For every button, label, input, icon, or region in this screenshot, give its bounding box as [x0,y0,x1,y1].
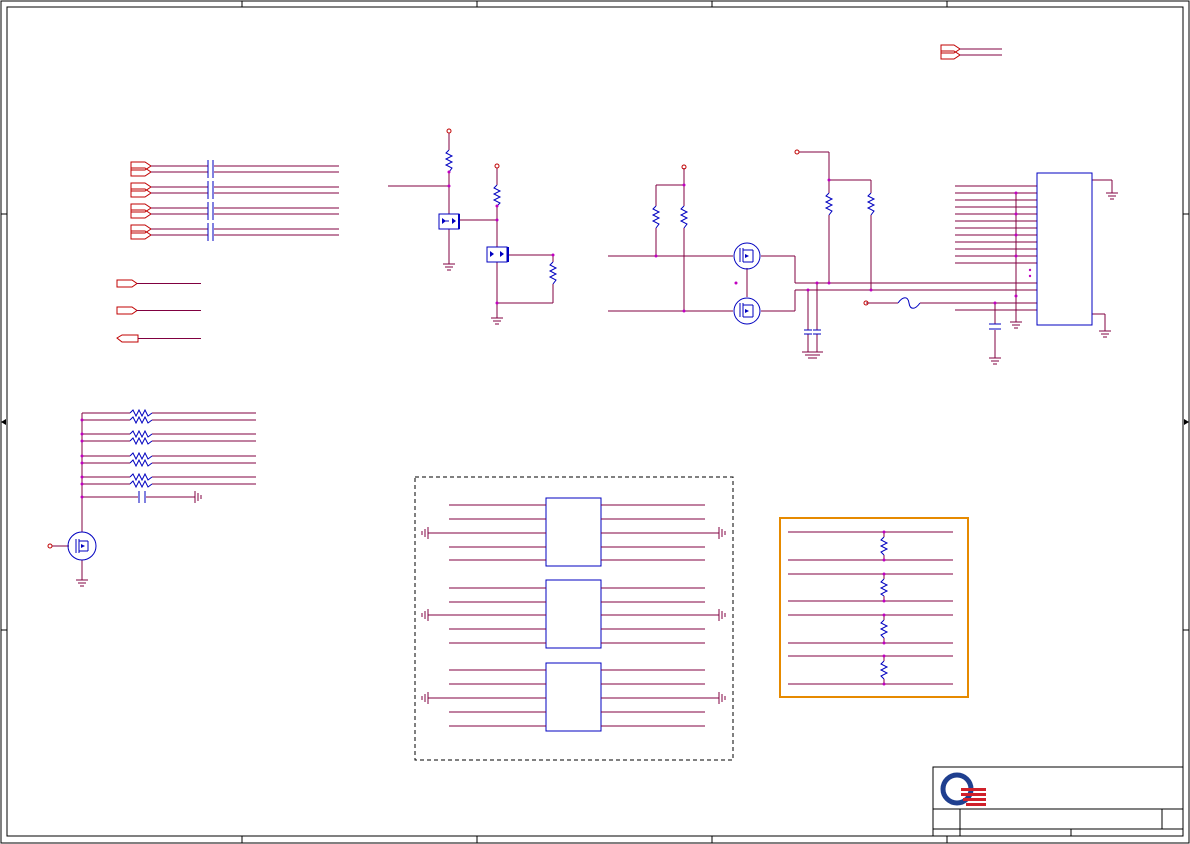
connector-header-right [795,150,1118,364]
title-block [933,767,1183,836]
dashed-module-block [415,477,733,760]
orange-resistor-block [780,518,968,697]
single-ports [117,280,201,342]
mosfet-pair-right [608,165,795,324]
company-logo [943,775,986,806]
mosfet-level-shifter-left [388,129,556,324]
schematic-sheet [0,0,1190,844]
sheet-frame [1,1,1189,843]
pullup-resistor-network [48,410,256,586]
offpage-connector-top-right [941,45,1002,59]
coupling-capacitor-bank [131,160,339,241]
